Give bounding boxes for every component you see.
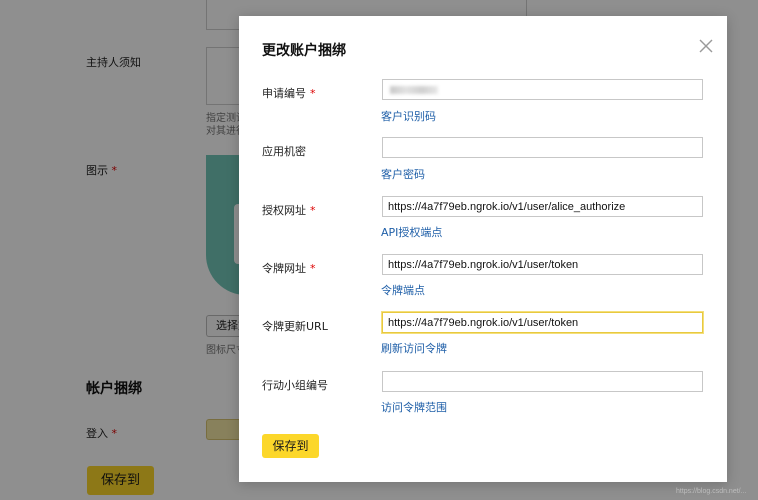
change-account-binding-dialog: 更改账户捆绑 申请编号* 客户识别码 应用机密 客户密码 授权网址* API授权… (239, 16, 727, 482)
token-url-hint-link[interactable]: 令牌端点 (381, 282, 425, 298)
client-secret-input[interactable] (382, 137, 703, 158)
token-url-input[interactable] (382, 254, 703, 275)
authorization-url-input[interactable] (382, 196, 703, 217)
save-button[interactable]: 保存到 (262, 434, 319, 458)
token-refresh-url-input[interactable] (382, 312, 703, 333)
scope-hint-link[interactable]: 访问令牌范围 (381, 399, 447, 415)
client-id-redacted-value (390, 86, 438, 94)
dialog-title: 更改账户捆绑 (262, 43, 346, 59)
scope-input[interactable] (382, 371, 703, 392)
token-refresh-url-hint-link[interactable]: 刷新访问令牌 (381, 340, 447, 356)
scope-label: 行动小组编号 (262, 379, 328, 392)
authorization-url-hint-link[interactable]: API授权端点 (381, 224, 442, 240)
client-secret-label: 应用机密 (262, 145, 306, 158)
client-secret-hint-link[interactable]: 客户密码 (381, 166, 425, 182)
token-url-label: 令牌网址 * (262, 262, 316, 275)
authorization-url-label: 授权网址 * (262, 204, 316, 217)
client-id-label: 申请编号 * (262, 87, 316, 100)
token-refresh-url-label: 令牌更新URL (262, 320, 328, 333)
client-id-hint-link[interactable]: 客户识别码 (381, 108, 436, 124)
watermark: https://blog.csdn.net/... (676, 488, 747, 495)
close-icon[interactable] (697, 37, 715, 55)
